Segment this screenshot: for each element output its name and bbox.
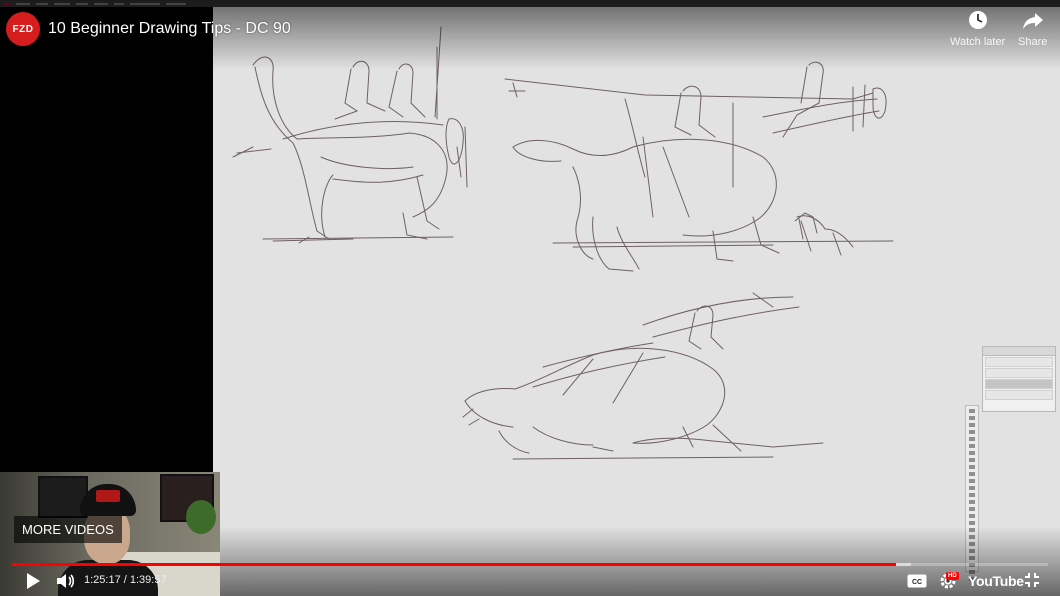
watch-later-label: Watch later	[950, 36, 1006, 48]
watch-later-button[interactable]: Watch later	[950, 10, 1005, 48]
share-label: Share	[1018, 36, 1048, 48]
exit-fullscreen-button[interactable]	[1022, 570, 1042, 590]
photoshop-layers-panel	[982, 346, 1056, 412]
time-display: 1:25:17 / 1:39:57	[84, 574, 167, 586]
player-controls: 1:25:17 / 1:39:57 CC HD YouTube	[0, 568, 1060, 596]
sketch-beast-2	[504, 61, 894, 272]
video-frame[interactable]: FZD 10 Beginner Drawing Tips - DC 90 Wat…	[0, 0, 1060, 596]
sketch-beast-3	[462, 292, 824, 460]
channel-avatar[interactable]: FZD	[6, 12, 40, 46]
progress-played	[12, 563, 896, 566]
play-button[interactable]	[22, 570, 44, 592]
volume-button[interactable]	[54, 570, 78, 592]
play-icon	[27, 573, 40, 589]
exit-fullscreen-icon	[1025, 573, 1039, 587]
creature-sketches	[232, 26, 894, 460]
progress-bar[interactable]	[12, 563, 1048, 566]
volume-icon	[57, 574, 75, 588]
time-total: 1:39:57	[129, 574, 167, 586]
clock-icon	[968, 11, 987, 29]
youtube-logo[interactable]: YouTube	[968, 573, 1024, 589]
share-button[interactable]: Share	[1018, 10, 1047, 48]
drawing-canvas	[213, 7, 1060, 596]
captions-label: CC	[912, 579, 922, 586]
captions-icon: CC	[907, 574, 927, 588]
cap-logo	[96, 490, 120, 502]
channel-logo-text: FZD	[12, 23, 34, 35]
plant	[186, 500, 216, 534]
hd-badge: HD	[946, 572, 959, 580]
video-title[interactable]: 10 Beginner Drawing Tips - DC 90	[48, 20, 291, 38]
time-current: 1:25:17	[84, 574, 121, 586]
captions-button[interactable]: CC	[906, 570, 928, 592]
time-separator: /	[120, 574, 130, 586]
share-arrow-icon	[1022, 13, 1043, 29]
more-videos-button[interactable]: MORE VIDEOS	[14, 516, 122, 543]
